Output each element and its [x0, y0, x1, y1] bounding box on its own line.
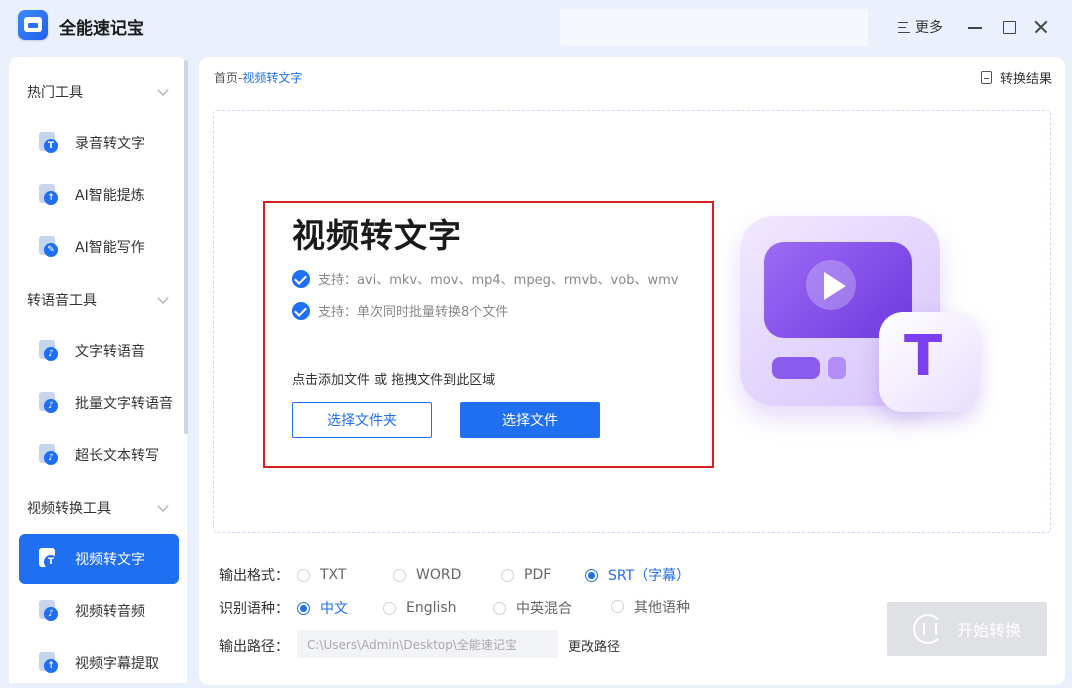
start-convert-icon — [912, 614, 943, 644]
support-formats-line: 支持：avi、mkv、mov、mp4、mpeg、rmvb、vob、wmv — [292, 269, 678, 288]
sidebar-scrollbar[interactable] — [184, 60, 188, 434]
chevron-down-icon — [157, 500, 169, 512]
drop-hint: 点击添加文件 或 拖拽文件到此区域 — [292, 373, 496, 388]
conversion-result-button[interactable]: 转换结果 — [980, 68, 1052, 87]
long-text-icon: ♪ — [39, 444, 61, 466]
radio-label: PDF — [524, 567, 552, 583]
sidebar-group-hot-tools[interactable]: 热门工具 — [9, 78, 187, 106]
format-radio-txt[interactable]: TXT — [297, 567, 393, 583]
video-to-audio-icon: ♪ — [39, 600, 61, 622]
language-row: 识别语种： 中文 English 中英混合 其他语种 — [219, 598, 690, 618]
support-formats-text: 支持：avi、mkv、mov、mp4、mpeg、rmvb、vob、wmv — [318, 273, 679, 288]
output-path-field[interactable]: C:\Users\Admin\Desktop\全能速记宝 — [297, 630, 558, 658]
sidebar-item-ai-writing[interactable]: ✎ AI智能写作 — [19, 222, 179, 272]
sidebar-item-label: 批量文字转语音 — [75, 396, 173, 412]
start-convert-label: 开始转换 — [956, 621, 1021, 640]
feature-title: 视频转文字 — [292, 216, 462, 255]
sidebar-item-label: 录音转文字 — [75, 136, 145, 152]
select-folder-button[interactable]: 选择文件夹 — [292, 402, 432, 438]
subtitle-extract-icon: ↑ — [39, 652, 61, 674]
sidebar-item-video-to-audio[interactable]: ♪ 视频转音频 — [19, 586, 179, 636]
maximize-icon[interactable] — [998, 16, 1020, 38]
radio-label: 中英混合 — [516, 601, 572, 617]
sidebar-group-label: 视频转换工具 — [27, 501, 111, 517]
sidebar-item-subtitle-extract[interactable]: ↑ 视频字幕提取 — [19, 638, 179, 683]
sidebar-item-label: AI智能提炼 — [75, 188, 145, 204]
language-label: 识别语种： — [219, 601, 289, 617]
breadcrumb: 首页-视频转文字 — [214, 69, 302, 86]
check-circle-icon — [292, 269, 310, 288]
radio-label: SRT（字幕） — [608, 568, 691, 584]
text-to-speech-icon: ♪ — [39, 340, 61, 362]
ai-extract-icon: ↑ — [39, 184, 61, 206]
sidebar-item-text-to-speech[interactable]: ♪ 文字转语音 — [19, 326, 179, 376]
language-radio-other[interactable]: 其他语种 — [611, 597, 690, 617]
text-t-icon: T — [904, 324, 943, 389]
app-logo-icon — [18, 10, 48, 40]
radio-label: 其他语种 — [634, 599, 690, 616]
output-path-label: 输出路径： — [219, 639, 289, 655]
more-button[interactable]: 更多 — [898, 16, 943, 38]
minimize-icon[interactable] — [964, 16, 986, 38]
sidebar-item-long-text[interactable]: ♪ 超长文本转写 — [19, 430, 179, 480]
close-icon[interactable] — [1030, 16, 1052, 38]
more-label: 更多 — [915, 20, 943, 36]
sidebar-item-record-to-text[interactable]: T 录音转文字 — [19, 118, 179, 168]
sidebar-item-label: 视频转文字 — [75, 552, 145, 568]
menu-icon — [898, 21, 910, 33]
video-to-text-illustration: T — [734, 212, 994, 452]
chevron-down-icon — [157, 84, 169, 96]
sidebar-item-batch-text-to-speech[interactable]: ♪ 批量文字转语音 — [19, 378, 179, 428]
sidebar-item-video-to-text[interactable]: T 视频转文字 — [19, 534, 179, 584]
ai-writing-icon: ✎ — [39, 236, 61, 258]
format-radio-srt[interactable]: SRT（字幕） — [585, 565, 690, 585]
sidebar-item-label: 视频转音频 — [75, 604, 145, 620]
support-batch-text: 支持：单次同时批量转换8个文件 — [318, 305, 509, 320]
language-radio-english[interactable]: English — [383, 600, 493, 616]
radio-label: 中文 — [320, 601, 348, 617]
radio-label: English — [406, 600, 457, 616]
language-radio-chinese[interactable]: 中文 — [297, 598, 383, 618]
title-drag-area — [560, 9, 868, 46]
sidebar-item-label: 视频字幕提取 — [75, 656, 159, 672]
change-path-button[interactable]: 更改路径 — [568, 636, 620, 655]
format-radio-pdf[interactable]: PDF — [501, 567, 585, 583]
sidebar-group-label: 转语音工具 — [27, 293, 97, 309]
check-circle-icon — [292, 301, 310, 320]
sidebar-group-video-tools[interactable]: 视频转换工具 — [9, 494, 187, 522]
radio-label: TXT — [320, 567, 347, 583]
start-convert-button[interactable]: 开始转换 — [887, 602, 1047, 656]
video-to-text-icon: T — [39, 548, 61, 570]
sidebar-item-ai-extract[interactable]: ↑ AI智能提炼 — [19, 170, 179, 220]
select-file-button[interactable]: 选择文件 — [460, 402, 600, 438]
sidebar-item-label: AI智能写作 — [75, 240, 145, 256]
format-radio-word[interactable]: WORD — [393, 567, 501, 583]
language-radio-mixed[interactable]: 中英混合 — [493, 598, 611, 618]
sidebar-item-label: 超长文本转写 — [75, 448, 159, 464]
sidebar-item-label: 文字转语音 — [75, 344, 145, 360]
breadcrumb-home[interactable]: 首页 — [214, 71, 238, 85]
output-path-row: 输出路径： — [219, 636, 297, 656]
sidebar: 热门工具 T 录音转文字 ↑ AI智能提炼 ✎ AI智能写作 转语音工具 ♪ 文… — [9, 57, 187, 683]
sidebar-group-label: 热门工具 — [27, 85, 83, 101]
output-format-label: 输出格式： — [219, 568, 289, 584]
document-icon — [980, 71, 992, 84]
radio-label: WORD — [416, 567, 462, 583]
title-bar: 全能速记宝 更多 — [0, 0, 1072, 56]
record-to-text-icon: T — [39, 132, 61, 154]
breadcrumb-current: 视频转文字 — [242, 71, 303, 85]
batch-text-to-speech-icon: ♪ — [39, 392, 61, 414]
app-title: 全能速记宝 — [59, 19, 144, 39]
main-panel: 首页-视频转文字 转换结果 视频转文字 支持：avi、mkv、mov、mp4、m… — [199, 57, 1065, 685]
support-batch-line: 支持：单次同时批量转换8个文件 — [292, 301, 508, 320]
chevron-down-icon — [157, 292, 169, 304]
output-format-row: 输出格式： TXT WORD PDF SRT（字幕） — [219, 565, 690, 585]
conversion-result-label: 转换结果 — [999, 72, 1052, 87]
sidebar-group-speech-tools[interactable]: 转语音工具 — [9, 286, 187, 314]
play-icon — [824, 272, 846, 300]
